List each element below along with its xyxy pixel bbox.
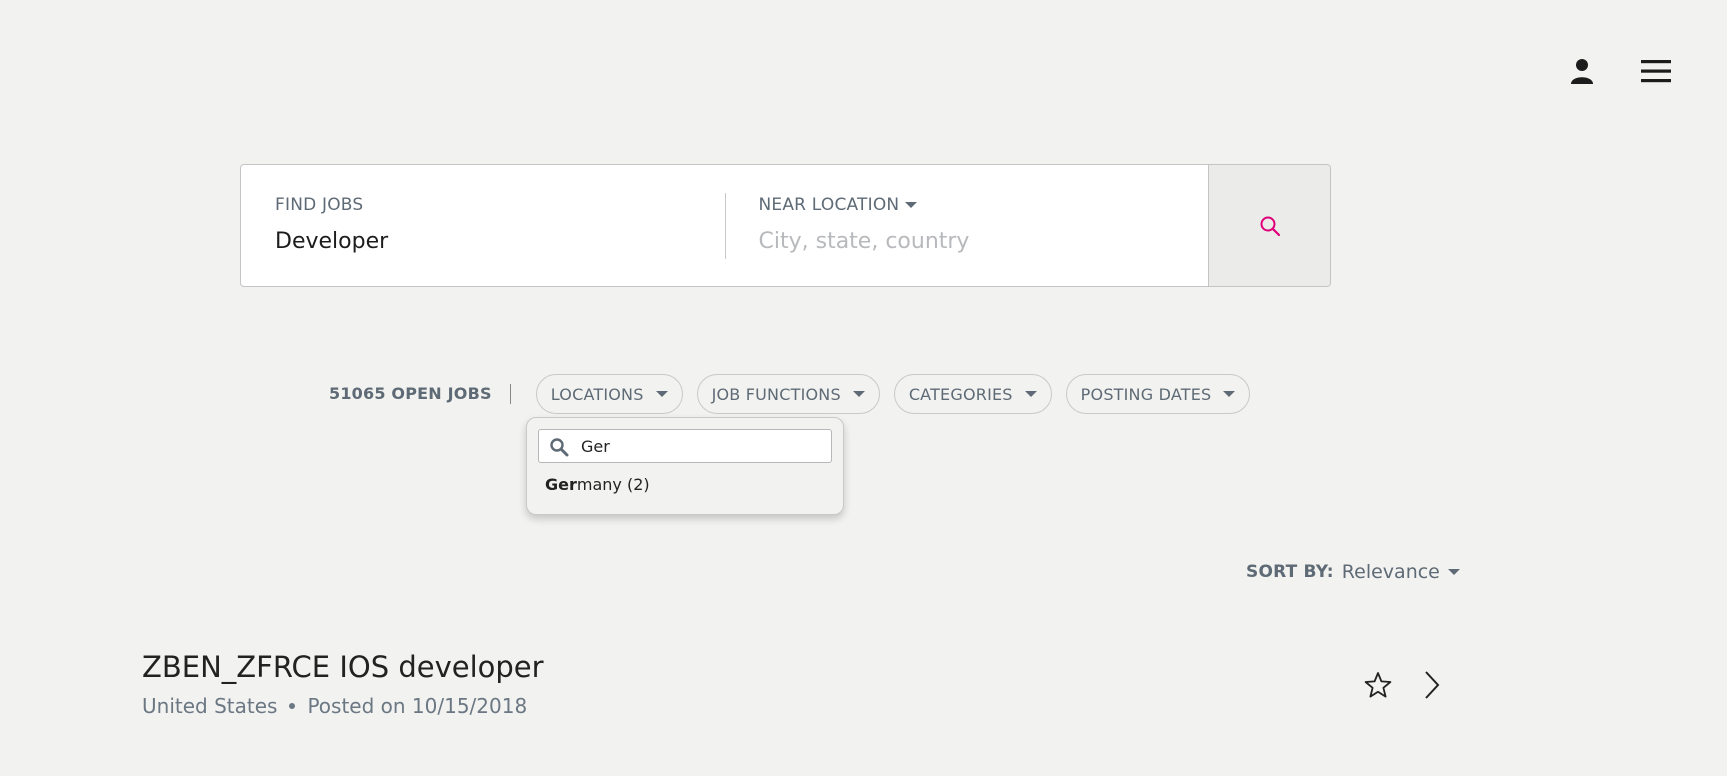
search-icon: [550, 438, 569, 457]
job-meta: United States Posted on 10/15/2018: [142, 694, 1442, 718]
filter-label: CATEGORIES: [908, 384, 1013, 404]
chevron-down-icon: [1024, 391, 1037, 397]
sort-value: Relevance: [1341, 561, 1440, 583]
find-jobs-field: FIND JOBS: [241, 165, 725, 286]
option-match-text: Ger: [545, 475, 577, 494]
sort-dropdown[interactable]: Relevance: [1342, 561, 1460, 583]
chevron-down-icon: [655, 391, 668, 397]
filter-pills: LOCATIONS JOB FUNCTIONS CATEGORIES POSTI…: [535, 374, 1251, 414]
filter-label: LOCATIONS: [550, 384, 644, 404]
filter-categories[interactable]: CATEGORIES: [893, 374, 1052, 414]
location-option-germany[interactable]: Germany (2): [545, 475, 832, 494]
page: FIND JOBS NEAR LOCATION 51065 OPEN JOBS …: [0, 0, 1727, 776]
hamburger-icon[interactable]: [1640, 55, 1672, 87]
locations-dropdown: Germany (2): [526, 417, 844, 515]
job-actions: [1364, 670, 1442, 700]
filter-label: JOB FUNCTIONS: [711, 384, 841, 404]
locations-search-input[interactable]: [539, 436, 831, 456]
locations-search-box: [538, 429, 832, 463]
open-jobs-count: 51065 OPEN JOBS: [329, 384, 511, 404]
job-posted-date: Posted on 10/15/2018: [307, 694, 528, 718]
chevron-down-icon: [852, 391, 865, 397]
job-search-panel: FIND JOBS NEAR LOCATION: [240, 164, 1331, 287]
near-location-field: NEAR LOCATION: [724, 165, 1209, 286]
job-title[interactable]: ZBEN_ZFRCE IOS developer: [142, 650, 1442, 684]
filter-label: POSTING DATES: [1080, 384, 1212, 404]
filter-bar: 51065 OPEN JOBS LOCATIONS JOB FUNCTIONS …: [329, 374, 1251, 414]
sort-control: SORT BY: Relevance: [1246, 561, 1460, 583]
filter-job-functions[interactable]: JOB FUNCTIONS: [696, 374, 880, 414]
option-rest-text: many (2): [576, 475, 650, 494]
search-icon: [1260, 216, 1280, 236]
chevron-down-icon: [1223, 391, 1236, 397]
near-location-label: NEAR LOCATION: [758, 195, 900, 215]
separator-dot: [289, 703, 296, 709]
chevron-down-icon: [1447, 569, 1460, 575]
find-jobs-label: FIND JOBS: [275, 195, 364, 215]
chevron-down-icon: [905, 202, 918, 208]
job-location: United States: [142, 694, 278, 718]
location-input[interactable]: [758, 229, 1174, 254]
job-listing: ZBEN_ZFRCE IOS developer United States P…: [142, 650, 1442, 718]
filter-posting-dates[interactable]: POSTING DATES: [1065, 374, 1251, 414]
search-button[interactable]: [1208, 165, 1330, 286]
filter-locations[interactable]: LOCATIONS: [535, 374, 683, 414]
sort-label: SORT BY:: [1246, 562, 1334, 582]
find-jobs-input[interactable]: [275, 229, 691, 254]
header-actions: [1566, 55, 1672, 87]
near-location-dropdown[interactable]: NEAR LOCATION: [759, 195, 1175, 215]
chevron-right-icon[interactable]: [1422, 670, 1442, 700]
star-icon[interactable]: [1364, 671, 1392, 699]
user-icon[interactable]: [1566, 55, 1598, 87]
